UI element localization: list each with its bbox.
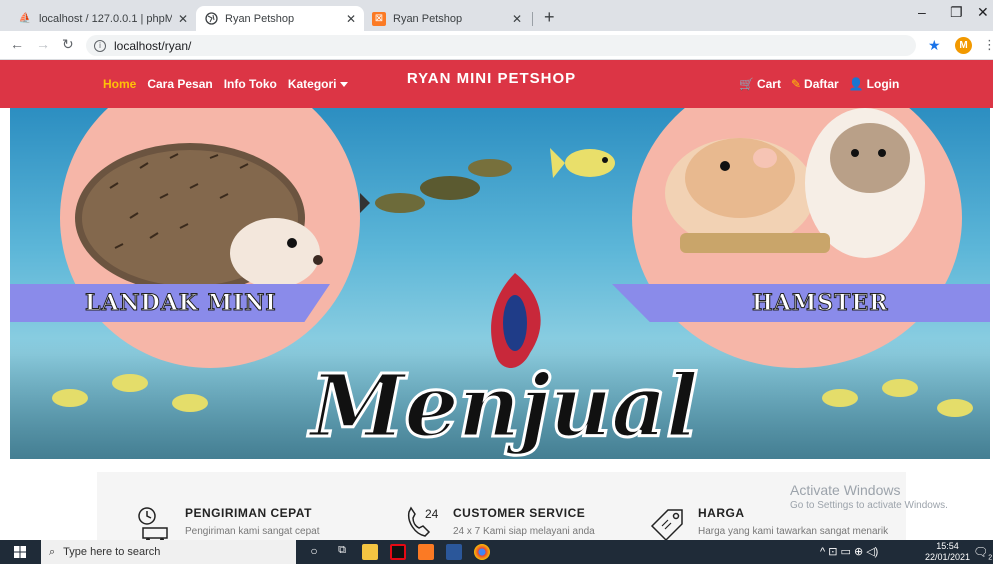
taskbar-search-box[interactable]: ⌕ Type here to search [41,540,296,564]
url-text: localhost/ryan/ [114,38,192,53]
chrome-taskbar-icon[interactable] [474,544,490,560]
nav-account-links: 🛒 Cart ✎ Daftar 👤 Login [739,77,899,91]
feature-harga: HARGA Harga yang kami tawarkan sangat me… [648,506,888,542]
feature-desc: Harga yang kami tawarkan sangat menarik [698,526,889,537]
left-ribbon-label: LANDAK MINI [85,290,277,317]
new-tab-button[interactable]: + [544,8,555,26]
taskbar-clock[interactable]: 15:54 22/01/2021 [925,541,970,563]
phone-24-icon: 24 [407,506,439,537]
xampp-taskbar-icon[interactable] [418,544,434,560]
search-placeholder: Type here to search [63,546,161,558]
browser-tab-phpmyadmin[interactable]: ⛵ localhost / 127.0.0.1 | phpMyAdm ✕ [10,6,196,31]
search-icon: ⌕ [49,545,56,558]
hedgehog-image [75,143,323,293]
task-view-icon[interactable]: ⧉ [334,544,350,560]
watermark-line-2: Go to Settings to activate Windows. [790,500,948,511]
info-icon[interactable]: i [94,39,106,52]
watermark-line-1: Activate Windows [790,482,901,498]
menu-kebab-icon[interactable]: ⋮ [983,37,993,53]
right-ribbon-label: HAMSTER [752,290,889,317]
clock-time: 15:54 [936,541,959,551]
nav-link-login[interactable]: 👤 Login [849,77,900,91]
close-tab-icon[interactable]: ✕ [512,12,522,26]
cortana-icon[interactable]: ○ [306,544,322,560]
user-icon: 👤 [848,77,864,91]
reload-icon[interactable]: ↻ [62,36,74,53]
feature-desc: 24 x 7 Kami siap melayani anda [453,526,595,537]
price-tag-icon [650,509,683,542]
netflix-icon[interactable] [390,544,406,560]
cart-label: Cart [756,77,781,91]
nav-link-cart[interactable]: 🛒 Cart [739,77,781,91]
nav-link-daftar[interactable]: ✎ Daftar [791,77,839,91]
clock-date: 22/01/2021 [925,552,971,562]
cart-icon: 🛒 [739,77,754,91]
bookmark-star-icon[interactable]: ★ [928,37,941,54]
yellow-fish-image [550,148,615,178]
yellow-fish-group-image [52,374,208,412]
delivery-icon [138,507,168,542]
yellow-fish-group-right-image [822,379,973,417]
browser-tab-strip: ⛵ localhost / 127.0.0.1 | phpMyAdm ✕ Rya… [0,0,993,31]
edit-icon: ✎ [790,77,802,91]
tab-title: localhost / 127.0.0.1 | phpMyAdm [39,12,172,25]
notification-count: 2 [988,554,993,562]
login-label: Login [866,77,900,91]
feature-title: PENGIRIMAN CEPAT [185,506,312,520]
browser-tab-ryan-petshop-active[interactable]: Ryan Petshop ✕ [196,6,364,31]
feature-title: CUSTOMER SERVICE [453,506,586,520]
globe-icon [204,12,218,26]
browser-tab-ryan-petshop[interactable]: ⊠ Ryan Petshop ✕ [364,6,530,31]
close-tab-icon[interactable]: ✕ [178,12,188,26]
guppy-fish-image [360,159,512,213]
phpmyadmin-icon: ⛵ [18,13,32,24]
profile-avatar[interactable]: M [955,37,972,54]
notification-center-icon[interactable]: 🗨2 [973,545,992,561]
xampp-icon: ⊠ [372,11,386,26]
svg-text:24: 24 [425,507,439,521]
forward-arrow-icon[interactable]: → [36,36,50,52]
word-icon[interactable] [446,544,462,560]
tab-title: Ryan Petshop [393,12,463,25]
tab-title: Ryan Petshop [225,12,295,25]
hero-banner: LANDAK MINI HAMSTER Menjual [10,108,990,459]
daftar-label: Daftar [804,77,839,91]
tab-separator [532,12,533,26]
restore-button[interactable]: ❐ [950,4,963,21]
hero-headline: Menjual [308,355,699,459]
site-navbar: Home Cara Pesan Info Toko Kategori RYAN … [0,60,993,108]
system-tray-icons[interactable]: ^ ⊡ ▭ ⊕ ◁) [820,545,878,558]
windows-start-icon[interactable] [14,546,26,558]
back-arrow-icon[interactable]: ← [10,36,24,52]
windows-taskbar: ⌕ Type here to search ○ ⧉ ^ ⊡ ▭ ⊕ ◁) 15:… [0,540,993,564]
feature-pengiriman: PENGIRIMAN CEPAT Pengiriman kami sangat … [135,506,320,542]
feature-desc: Pengiriman kami sangat cepat [185,526,320,537]
browser-toolbar: ← → ↻ i localhost/ryan/ ★ M ⋮ [0,31,993,60]
file-explorer-icon[interactable] [362,544,378,560]
hamster-image [665,108,925,258]
close-tab-icon[interactable]: ✕ [346,12,356,26]
minimize-button[interactable]: – [918,4,926,20]
address-bar[interactable]: i localhost/ryan/ [86,35,916,56]
close-window-button[interactable]: ✕ [977,4,989,21]
activate-windows-watermark: Activate Windows Go to Settings to activ… [790,482,948,511]
feature-customer-service: 24 CUSTOMER SERVICE 24 x 7 Kami siap mel… [403,506,595,542]
